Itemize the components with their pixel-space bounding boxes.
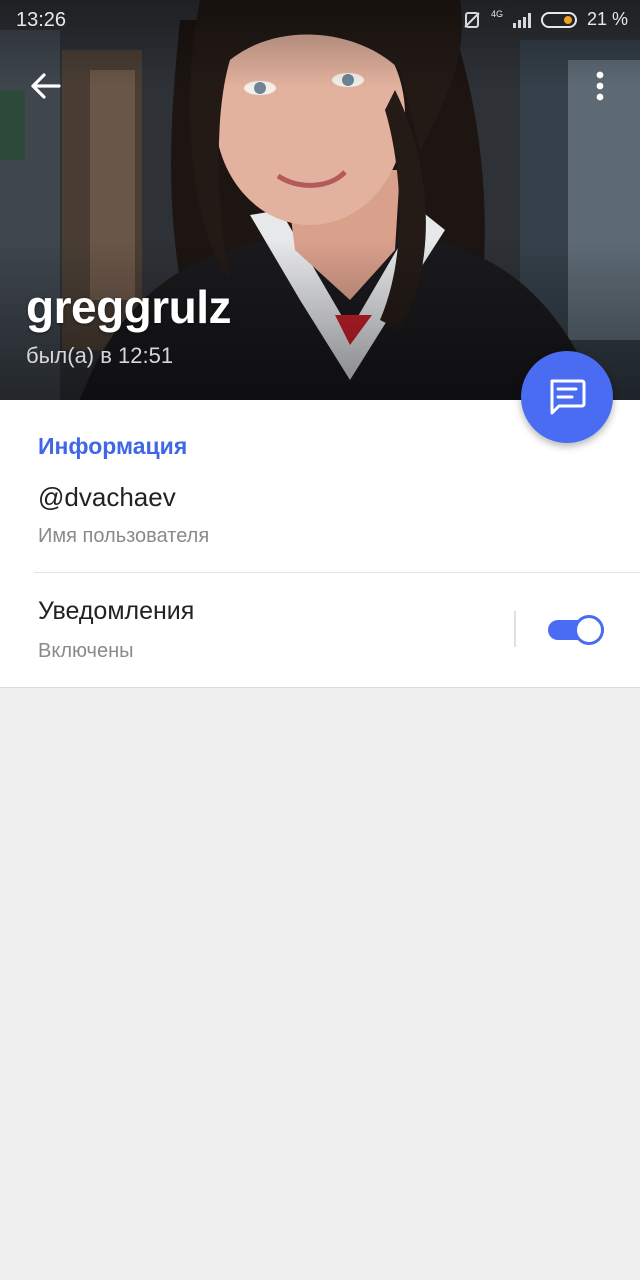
- network-type: 4G: [490, 9, 503, 19]
- notifications-label: Уведомления: [38, 597, 195, 625]
- back-button[interactable]: [22, 62, 70, 110]
- header-gradient: [0, 0, 640, 400]
- message-icon: [550, 379, 586, 415]
- no-sim-icon: [464, 11, 480, 28]
- info-card: Информация @dvachaev Имя пользователя Ув…: [0, 400, 640, 688]
- more-vertical-icon: [596, 71, 604, 101]
- status-icons: 4G 21 %: [463, 9, 628, 30]
- send-message-button[interactable]: [521, 351, 613, 443]
- notifications-status: Включены: [38, 640, 134, 662]
- more-options-button[interactable]: [576, 62, 624, 110]
- status-bar: 13:26 4G 21 %: [0, 0, 640, 40]
- battery-icon: [540, 11, 577, 28]
- signal-icon: [512, 12, 531, 28]
- section-title: Информация: [38, 433, 188, 459]
- toggle-knob: [574, 615, 604, 645]
- battery-percent: 21 %: [586, 9, 628, 29]
- profile-name: greggrulz: [26, 281, 232, 333]
- arrow-left-icon: [31, 73, 61, 99]
- profile-header: 13:26 4G 21 % greggrulz был(а) в 12:51: [0, 0, 640, 400]
- username-value[interactable]: @dvachaev: [38, 482, 176, 513]
- last-seen-status: был(а) в 12:51: [26, 343, 174, 368]
- notifications-row[interactable]: Уведомления Включены: [0, 573, 640, 687]
- vertical-divider: [514, 611, 516, 647]
- username-caption: Имя пользователя: [38, 525, 210, 547]
- status-time: 13:26: [16, 9, 67, 31]
- notifications-toggle[interactable]: [548, 615, 606, 645]
